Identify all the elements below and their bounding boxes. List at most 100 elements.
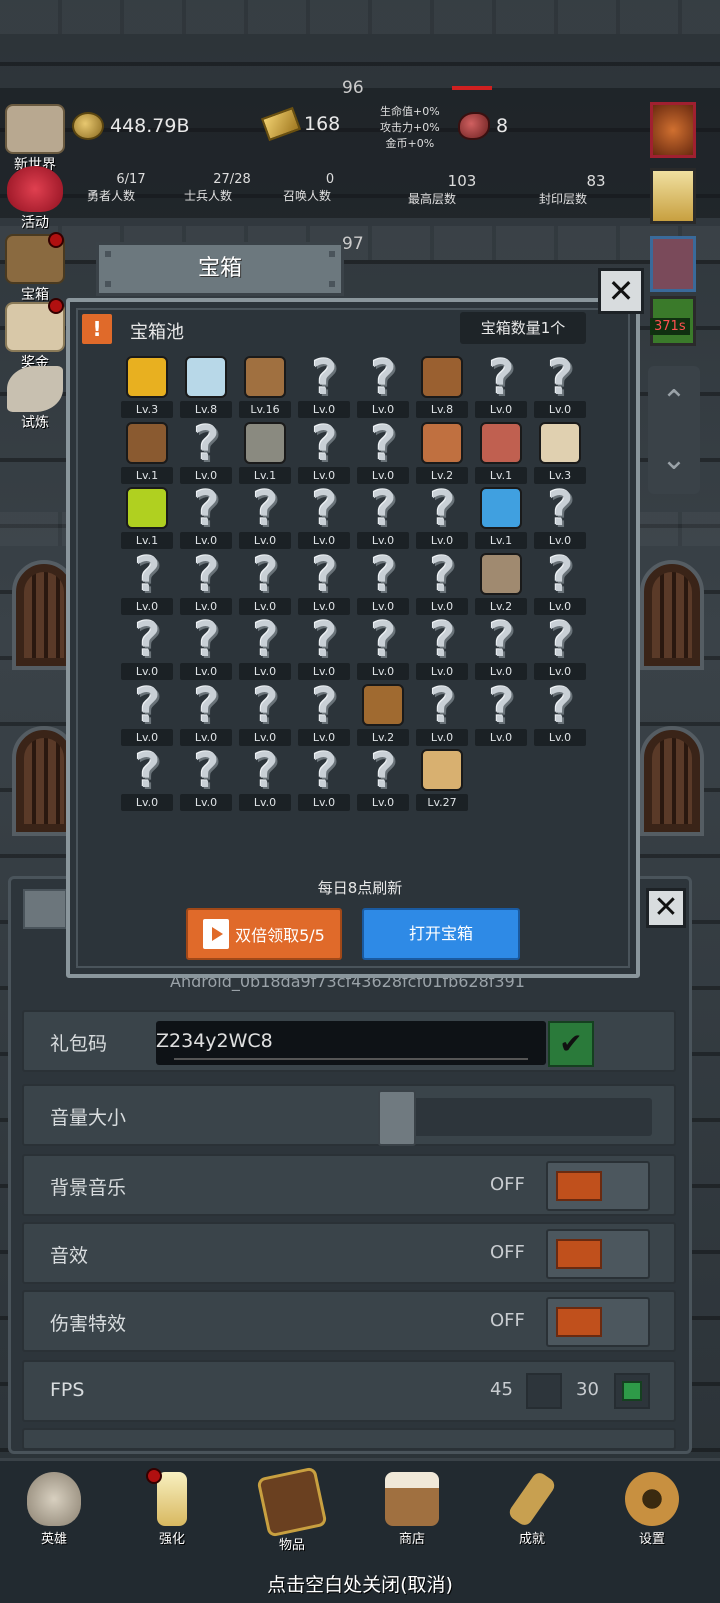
chest-item-slot[interactable]: ? Lv.0 [177, 747, 237, 811]
chest-event-button[interactable] [650, 236, 696, 292]
gold-value: 168 [304, 113, 341, 135]
candle-event-button[interactable] [650, 168, 696, 224]
chest-item-slot[interactable]: Lv.8 [177, 354, 237, 418]
nav-achievements-label: 成就 [518, 1532, 545, 1547]
chest-item-slot[interactable]: ? Lv.0 [413, 551, 473, 615]
max-floor: 103 最高层数 [372, 172, 492, 207]
nav-achievements[interactable]: 成就 [492, 1470, 572, 1547]
chest-item-slot[interactable]: ? Lv.0 [354, 616, 414, 680]
chest-item-slot[interactable]: ? Lv.0 [295, 616, 355, 680]
chest-item-slot[interactable]: Lv.1 [118, 485, 178, 549]
open-chest-button[interactable]: 打开宝箱 [362, 908, 520, 960]
book-icon [256, 1466, 328, 1538]
unknown-item-icon: ? [368, 546, 398, 603]
damage-fx-toggle[interactable] [546, 1297, 650, 1347]
chest-item-slot[interactable]: ? Lv.0 [295, 682, 355, 746]
chest-item-slot[interactable]: ? Lv.0 [354, 551, 414, 615]
chest-item-slot[interactable]: ? Lv.0 [472, 616, 532, 680]
nav-heroes-label: 英雄 [40, 1532, 67, 1547]
scroll-down-button[interactable]: ⌄ [648, 424, 700, 494]
chest-item-slot[interactable]: ? Lv.0 [295, 354, 355, 418]
pumpkin-event-button[interactable] [650, 102, 696, 158]
fps-30-checkbox[interactable] [614, 1373, 650, 1409]
chest-item-slot[interactable]: ? Lv.0 [295, 485, 355, 549]
chest-item-slot[interactable]: ? Lv.0 [472, 682, 532, 746]
chest-item-slot[interactable]: ? Lv.0 [177, 616, 237, 680]
volume-row: 音量大小 [22, 1084, 676, 1146]
chest-item-slot[interactable]: ? Lv.0 [236, 551, 296, 615]
chest-item-slot[interactable]: ? Lv.0 [295, 747, 355, 811]
nav-items[interactable]: 物品 [252, 1466, 332, 1553]
chest-item-slot[interactable]: ? Lv.0 [118, 747, 178, 811]
chest-item-slot[interactable]: Lv.1 [472, 420, 532, 484]
volume-slider-knob[interactable] [378, 1090, 416, 1146]
chest-item-slot[interactable]: ? Lv.0 [531, 551, 591, 615]
chest-item-slot[interactable]: ? Lv.0 [354, 747, 414, 811]
chest-item-slot[interactable]: ? Lv.0 [118, 551, 178, 615]
chest-item-slot[interactable]: ? Lv.0 [177, 485, 237, 549]
chest-item-slot[interactable]: Lv.1 [472, 485, 532, 549]
toggle-knob [556, 1239, 602, 1269]
hero-count: 6/17 勇者人数 [66, 172, 156, 204]
unknown-item-icon: ? [368, 481, 398, 537]
nav-heroes[interactable]: 英雄 [14, 1472, 94, 1547]
chest-item-slot[interactable]: Lv.8 [413, 354, 473, 418]
chest-item-slot[interactable]: ? Lv.0 [413, 682, 473, 746]
nav-shop[interactable]: 商店 [372, 1472, 452, 1547]
nav-upgrade[interactable]: 强化 [132, 1472, 212, 1547]
chest-item-slot[interactable]: Lv.1 [236, 420, 296, 484]
meat-value: 8 [496, 115, 509, 137]
chest-item-slot[interactable]: Lv.2 [354, 682, 414, 746]
chest-item-slot[interactable]: ? Lv.0 [531, 616, 591, 680]
chest-item-slot[interactable]: ? Lv.0 [472, 354, 532, 418]
menu-new-world[interactable]: 新世界 [4, 104, 66, 174]
chest-item-slot[interactable]: Lv.3 [531, 420, 591, 484]
chest-item-slot[interactable]: Lv.1 [118, 420, 178, 484]
enemy-hp-bar [452, 86, 492, 90]
confirm-check-button[interactable]: ✔ [548, 1021, 594, 1067]
menu-trial[interactable]: 试炼 [4, 366, 66, 432]
chest-item-slot[interactable]: ? Lv.0 [531, 354, 591, 418]
volume-label: 音量大小 [50, 1107, 127, 1129]
chest-item-slot[interactable]: ? Lv.0 [177, 682, 237, 746]
refresh-note: 每日8点刷新 [317, 879, 403, 897]
nav-shop-label: 商店 [398, 1532, 425, 1547]
chest-item-slot[interactable]: ? Lv.0 [236, 485, 296, 549]
chest-item-slot[interactable]: ? Lv.0 [295, 551, 355, 615]
chest-item-slot[interactable]: Lv.2 [472, 551, 532, 615]
chest-item-slot[interactable]: ? Lv.0 [177, 420, 237, 484]
bgm-toggle[interactable] [546, 1161, 650, 1211]
chest-item-slot[interactable]: ? Lv.0 [118, 682, 178, 746]
door [640, 560, 704, 670]
unknown-item-icon: ? [191, 677, 221, 734]
item-level: Lv.0 [475, 728, 527, 746]
nav-upgrade-label: 强化 [158, 1532, 185, 1547]
chest-item-slot[interactable]: ? Lv.0 [413, 485, 473, 549]
chest-item-slot[interactable]: ? Lv.0 [295, 420, 355, 484]
chest-item-slot[interactable]: ? Lv.0 [531, 682, 591, 746]
chest-item-slot[interactable]: Lv.27 [413, 747, 473, 811]
nav-settings[interactable]: 设置 [612, 1472, 692, 1547]
chest-item-slot[interactable]: Lv.3 [118, 354, 178, 418]
chest-item-slot[interactable]: ? Lv.0 [354, 485, 414, 549]
volume-slider-track[interactable] [378, 1098, 652, 1136]
gift-code-input[interactable]: Z234y2WC8 [156, 1021, 546, 1065]
fps-45-checkbox[interactable] [526, 1373, 562, 1409]
floor-number: 96 [342, 78, 364, 98]
chest-item-slot[interactable]: ? Lv.0 [354, 354, 414, 418]
chest-item-slot[interactable]: ? Lv.0 [531, 485, 591, 549]
chest-item-slot[interactable]: ? Lv.0 [118, 616, 178, 680]
chest-item-slot[interactable]: ? Lv.0 [236, 747, 296, 811]
chest-item-slot[interactable]: Lv.16 [236, 354, 296, 418]
chest-item-slot[interactable]: ? Lv.0 [413, 616, 473, 680]
double-claim-button[interactable]: 双倍领取5/5 [186, 908, 342, 960]
modal-close-button[interactable]: ✕ [598, 268, 644, 314]
chest-item-slot[interactable]: ? Lv.0 [354, 420, 414, 484]
sfx-toggle[interactable] [546, 1229, 650, 1279]
chest-item-slot[interactable]: ? Lv.0 [177, 551, 237, 615]
unknown-item-icon: ? [545, 350, 575, 406]
chest-item-slot[interactable]: ? Lv.0 [236, 616, 296, 680]
chest-item-slot[interactable]: Lv.2 [413, 420, 473, 484]
menu-event[interactable]: 活动 [4, 166, 66, 232]
chest-item-slot[interactable]: ? Lv.0 [236, 682, 296, 746]
